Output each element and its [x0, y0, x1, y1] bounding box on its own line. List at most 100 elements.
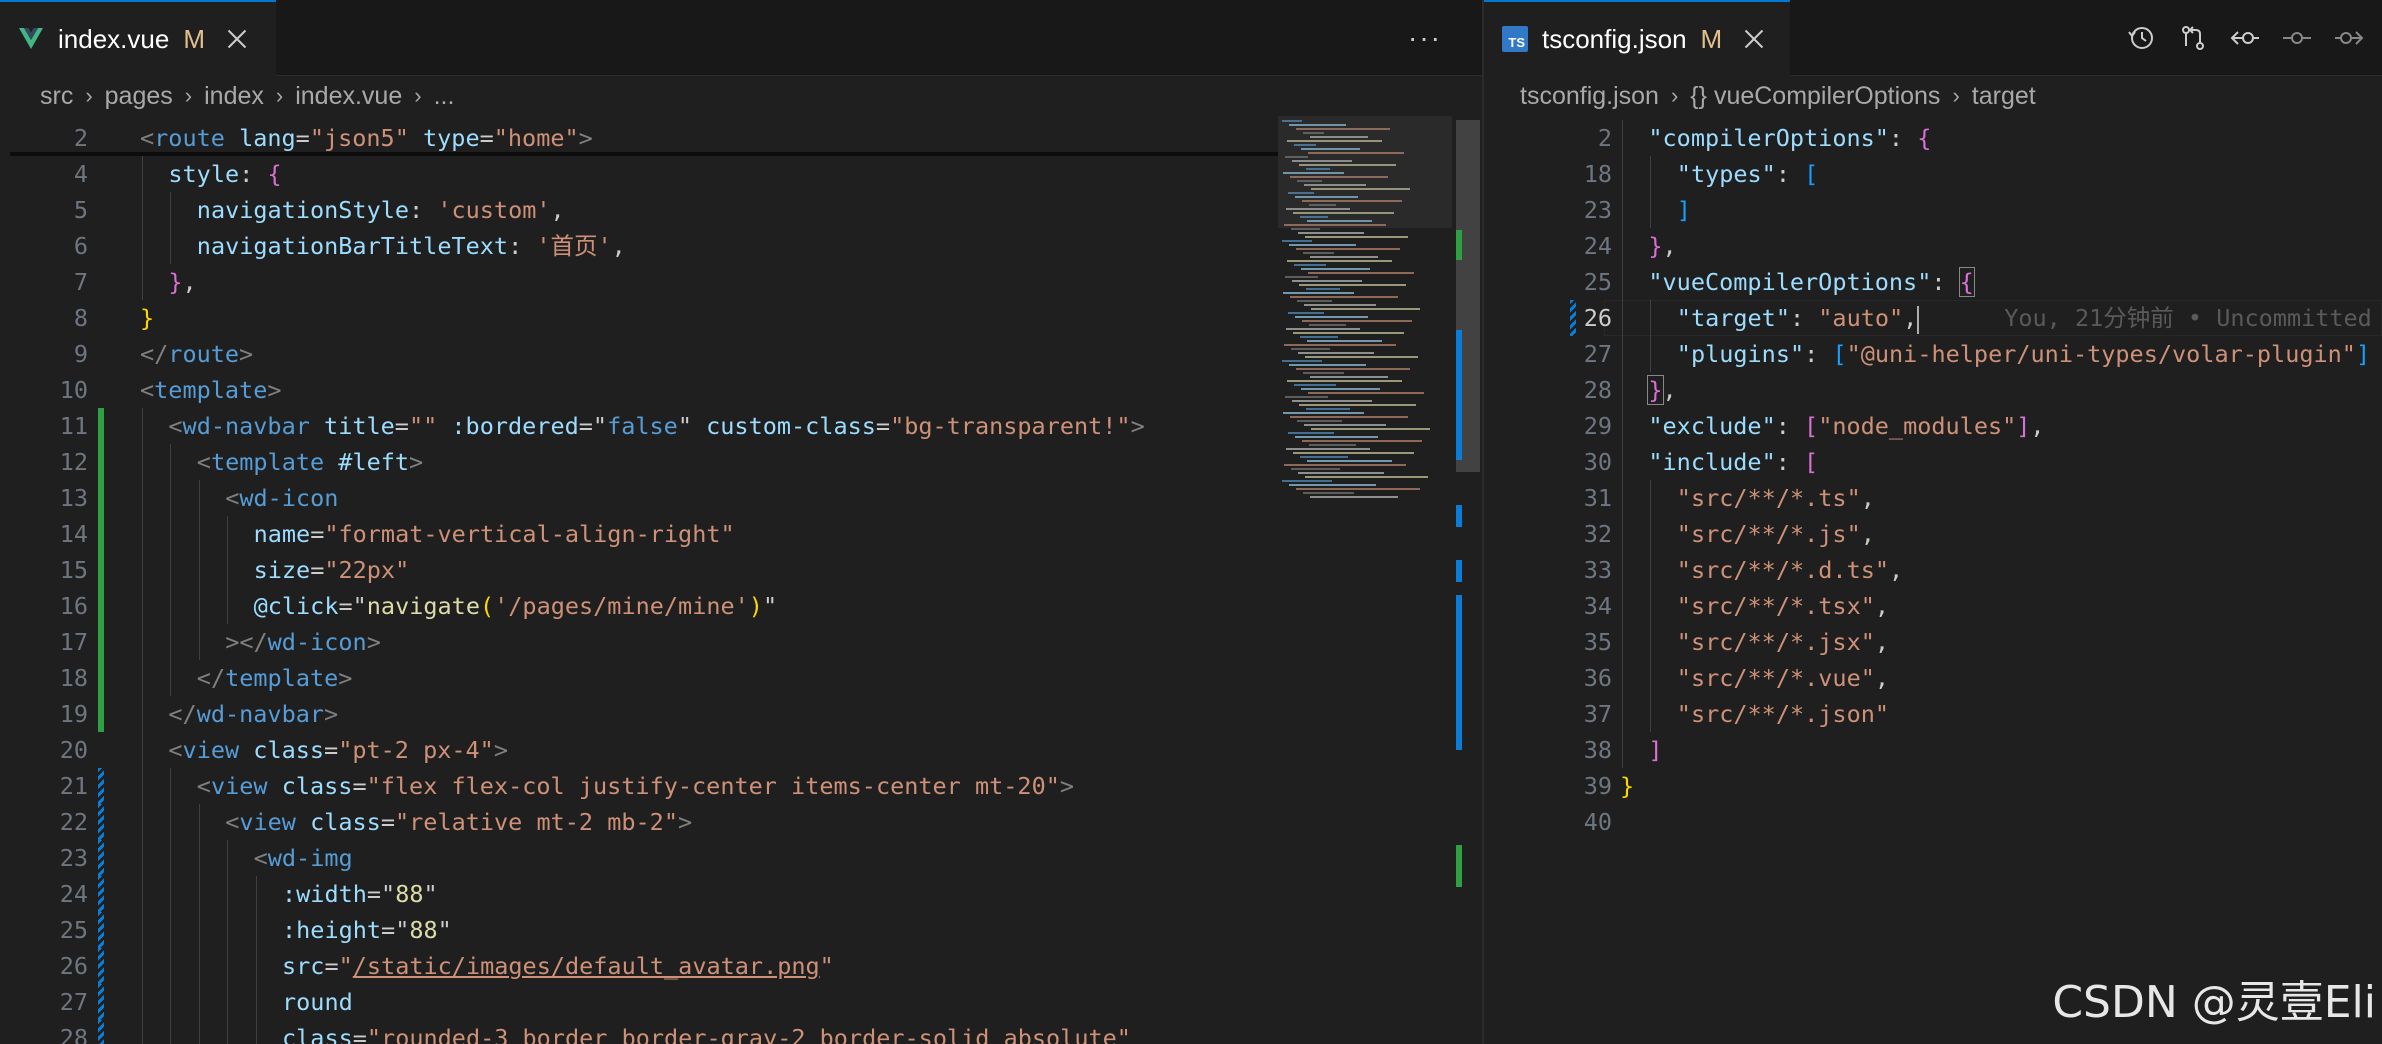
tab-tsconfig-json[interactable]: TS tsconfig.json M [1484, 0, 1790, 76]
timeline-history-icon[interactable] [2122, 20, 2160, 56]
token: style [168, 160, 240, 188]
minimap-line [1285, 396, 1328, 398]
code-line[interactable]: 29 "exclude": ["node_modules"], [1484, 408, 2382, 444]
more-actions-button[interactable]: ··· [1408, 22, 1442, 54]
breadcrumb-item[interactable]: {} vueCompilerOptions [1690, 82, 1940, 111]
code-line[interactable]: 30 "include": [ [1484, 444, 2382, 480]
code-line[interactable]: 4 style: { [0, 156, 1482, 192]
code-line[interactable]: 19 </wd-navbar> [0, 696, 1482, 732]
compare-changes-icon[interactable] [2174, 20, 2212, 56]
minimap-slider[interactable] [1278, 116, 1452, 228]
go-back-icon[interactable] [2226, 20, 2264, 56]
vue-file-icon [18, 27, 44, 51]
breadcrumb-item[interactable]: target [1972, 82, 2036, 111]
code-line[interactable]: 35 "src/**/*.jsx", [1484, 624, 2382, 660]
code-line[interactable]: 25:height="88" [0, 912, 1482, 948]
code-text: </wd-navbar> [168, 696, 338, 732]
indent-guide [142, 732, 143, 768]
commit-node-icon[interactable] [2278, 20, 2316, 56]
minimap-line [1299, 404, 1416, 406]
code-line[interactable]: 24}, [1484, 228, 2382, 264]
minimap[interactable] [1278, 116, 1452, 1044]
code-line[interactable]: 39} [1484, 768, 2382, 804]
indent-guide [142, 984, 143, 1020]
code-line[interactable]: 31 "src/**/*.ts", [1484, 480, 2382, 516]
code-line[interactable]: 9 </route> [0, 336, 1482, 372]
breadcrumb-item[interactable]: pages [105, 82, 173, 111]
indent-guide [227, 1020, 229, 1044]
breadcrumb-item[interactable]: src [40, 82, 73, 111]
code-line[interactable]: 23] [1484, 192, 2382, 228]
tab-index-vue[interactable]: index.vue M [0, 0, 276, 76]
code-line[interactable]: 40 [1484, 804, 2382, 840]
minimap-line [1305, 476, 1428, 478]
code-line[interactable]: 24:width="88" [0, 876, 1482, 912]
code-line[interactable]: 18 "types": [ [1484, 156, 2382, 192]
code-line[interactable]: 16 @click="navigate('/pages/mine/mine')" [0, 588, 1482, 624]
code-line[interactable]: 15 size="22px" [0, 552, 1482, 588]
code-text: <template> [140, 372, 282, 408]
token: " [338, 952, 353, 980]
code-line[interactable]: 27 round [0, 984, 1482, 1020]
code-line[interactable]: 32 "src/**/*.js", [1484, 516, 2382, 552]
breadcrumb-item[interactable]: ... [434, 82, 455, 111]
code-line[interactable]: 2 <route lang="json5" type="home"> [0, 120, 1482, 156]
line-number: 23 [1583, 196, 1612, 224]
code-line[interactable]: 21 <view class="flex flex-col justify-cen… [0, 768, 1482, 804]
token: ( [479, 592, 495, 620]
code-line[interactable]: 6 navigationBarTitleText: '首页', [0, 228, 1482, 264]
minimap-line [1303, 492, 1354, 494]
code-line[interactable]: 12 <template #left> [0, 444, 1482, 480]
code-line[interactable]: 27 "plugins": ["@uni-helper/uni-types/vol… [1484, 336, 2382, 372]
code-line[interactable]: 18 </template> [0, 660, 1482, 696]
code-line[interactable]: 8} [0, 300, 1482, 336]
code-line[interactable]: 26 src="/static/images/default_avatar.png… [0, 948, 1482, 984]
code-line[interactable]: 14 name="format-vertical-align-right" [0, 516, 1482, 552]
token: "vueCompilerOptions" [1648, 268, 1932, 296]
minimap-line [1298, 352, 1374, 354]
code-line[interactable]: 13 <wd-icon [0, 480, 1482, 516]
code-line[interactable]: 28}, [1484, 372, 2382, 408]
code-line[interactable]: 25 "vueCompilerOptions": { [1484, 264, 2382, 300]
close-tab-icon[interactable] [225, 27, 249, 51]
code-text: "target": "auto", You, 21分钟前 • Uncommitt… [1677, 300, 2372, 336]
breadcrumb-item[interactable]: tsconfig.json [1520, 82, 1659, 111]
token: route [154, 124, 225, 152]
minimap-line [1285, 276, 1318, 278]
code-line[interactable]: 20 <view class="pt-2 px-4"> [0, 732, 1482, 768]
code-line[interactable]: 7}, [0, 264, 1482, 300]
close-tab-icon[interactable] [1742, 27, 1766, 51]
overview-changed-marker [1456, 505, 1462, 527]
code-line[interactable]: 10 <template> [0, 372, 1482, 408]
code-line[interactable]: 23 <wd-img [0, 840, 1482, 876]
go-forward-icon[interactable] [2330, 20, 2368, 56]
token: " [437, 916, 452, 944]
code-line[interactable]: 37 "src/**/*.json" [1484, 696, 2382, 732]
indent-guide [170, 876, 172, 912]
code-line[interactable]: 38] [1484, 732, 2382, 768]
breadcrumb-item[interactable]: index [204, 82, 264, 111]
code-editor[interactable]: 2 "compilerOptions": {18 "types": [23] 24},… [1484, 116, 2382, 1044]
code-line[interactable]: 22 <view class="relative mt-2 mb-2"> [0, 804, 1482, 840]
code-line[interactable]: 17 ></wd-icon> [0, 624, 1482, 660]
indent-guide [227, 516, 229, 552]
breadcrumb-item[interactable]: index.vue [295, 82, 402, 111]
indent-guide [1622, 300, 1623, 336]
indent-guide [142, 1020, 143, 1044]
code-editor[interactable]: 2 <route lang="json5" type="home"> 4 style:… [0, 116, 1482, 1044]
code-line[interactable]: 34 "src/**/*.tsx", [1484, 588, 2382, 624]
modified-lines-bar [98, 984, 104, 1020]
token: < [196, 448, 211, 476]
code-line[interactable]: 5 navigationStyle: 'custom', [0, 192, 1482, 228]
code-line[interactable]: 28 class="rounded-3 border border-gray-2 … [0, 1020, 1482, 1044]
token: , [1874, 664, 1890, 692]
indent-guide [1650, 696, 1652, 732]
minimap-line [1298, 232, 1364, 234]
code-line[interactable]: 2 "compilerOptions": { [1484, 120, 2382, 156]
line-number: 39 [1583, 772, 1612, 800]
code-line[interactable]: 36 "src/**/*.vue", [1484, 660, 2382, 696]
indent-guide [1622, 552, 1623, 588]
code-line[interactable]: 11 <wd-navbar title="" :bordered="false" … [0, 408, 1482, 444]
code-line[interactable]: 33 "src/**/*.d.ts", [1484, 552, 2382, 588]
code-line[interactable]: 26 "target": "auto", You, 21分钟前 • Uncommi… [1484, 300, 2382, 336]
